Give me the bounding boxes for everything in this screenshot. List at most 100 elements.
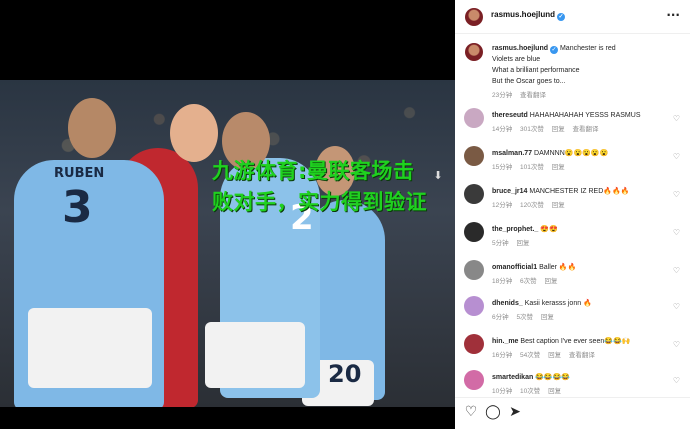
comment-reply[interactable]: 回复 bbox=[552, 126, 565, 133]
caption-meta: 23分钟 查看翻译 bbox=[492, 90, 682, 101]
comment-likes[interactable]: 120次赞 bbox=[520, 202, 544, 209]
comment-translate[interactable]: 查看翻译 bbox=[569, 352, 595, 359]
caption-line-1: Manchester is red bbox=[559, 45, 616, 52]
comment-body: thereseutd HAHAHAHAHAH YESSS RASMUS 14分钟… bbox=[492, 110, 682, 135]
comment-meta: 14分钟 301次赞 回复 查看翻译 bbox=[492, 124, 682, 135]
comment-reply[interactable]: 回复 bbox=[552, 202, 565, 209]
player-center-shorts bbox=[205, 322, 305, 388]
jersey-name: RUBEN bbox=[54, 166, 105, 181]
comment-likes[interactable]: 5次赞 bbox=[516, 314, 533, 321]
watermark-text: 九游体育:曼联客场击 败对手，实力得到验证 bbox=[212, 156, 462, 218]
comment-text: MANCHESTER IZ RED🔥🔥🔥 bbox=[529, 188, 630, 195]
caption-line-2: Violets are blue bbox=[492, 56, 541, 63]
comment-item: hin._me Best caption I've ever seen😂😂🙌 1… bbox=[455, 334, 690, 370]
comment-translate[interactable]: 查看翻译 bbox=[573, 126, 599, 133]
comment-likes[interactable]: 10次赞 bbox=[520, 388, 540, 395]
comment-text: Baller 🔥🔥 bbox=[539, 264, 577, 271]
author-avatar[interactable] bbox=[465, 8, 483, 26]
comment-reply[interactable]: 回复 bbox=[548, 388, 561, 395]
like-heart-icon[interactable]: ♡ bbox=[463, 404, 479, 420]
comments-list[interactable]: rasmus.hoejlund ✓ Manchester is red Viole… bbox=[455, 34, 690, 397]
author-username[interactable]: rasmus.hoejlund ✓ bbox=[491, 10, 566, 21]
comment-time: 15分钟 bbox=[492, 164, 513, 171]
comment-item: dhenids_ Kasii kerasss jonn 🔥 6分钟 5次赞 回复… bbox=[455, 296, 690, 332]
comment-likes[interactable]: 54次赞 bbox=[520, 352, 540, 359]
comment-username[interactable]: bruce_jr14 bbox=[492, 188, 527, 195]
comment-like-heart-icon[interactable]: ♡ bbox=[673, 114, 680, 123]
caption-line-3: What a brilliant performance bbox=[492, 67, 580, 74]
comment-reply[interactable]: 回复 bbox=[541, 314, 554, 321]
post-header: rasmus.hoejlund ✓ ··· bbox=[455, 0, 690, 34]
player-red-head bbox=[170, 104, 218, 162]
comment-like-heart-icon[interactable]: ♡ bbox=[673, 266, 680, 275]
comment-username[interactable]: smartedikan bbox=[492, 374, 533, 381]
caption-text: rasmus.hoejlund ✓ Manchester is red Viole… bbox=[492, 43, 682, 101]
comment-avatar[interactable] bbox=[464, 260, 484, 280]
comment-likes[interactable]: 6次赞 bbox=[520, 278, 537, 285]
post-panel: rasmus.hoejlund ✓ ··· rasmus.hoejlund ✓ Ma… bbox=[455, 0, 690, 429]
post-media: 20 2 RUBEN 3 ⬇ 九游体育:曼联客场击 败对手，实力得到验证 bbox=[0, 0, 455, 429]
comment-reply[interactable]: 回复 bbox=[552, 164, 565, 171]
comment-meta: 15分钟 101次赞 回复 bbox=[492, 162, 682, 173]
comment-likes[interactable]: 101次赞 bbox=[520, 164, 544, 171]
caption-line-4: But the Oscar goes to... bbox=[492, 78, 566, 85]
post-actions-bar: ♡ ◯ ➤ bbox=[455, 397, 690, 429]
jersey-number: 3 bbox=[62, 182, 93, 233]
comment-reply[interactable]: 回复 bbox=[544, 278, 557, 285]
caption-translate[interactable]: 查看翻译 bbox=[520, 92, 546, 99]
comment-meta: 6分钟 5次赞 回复 bbox=[492, 312, 682, 323]
comment-time: 14分钟 bbox=[492, 126, 513, 133]
comment-username[interactable]: hin._me bbox=[492, 338, 518, 345]
comment-username[interactable]: msalman.77 bbox=[492, 150, 532, 157]
comment-reply[interactable]: 回复 bbox=[548, 352, 561, 359]
comment-text: 😍😍 bbox=[540, 226, 558, 233]
comment-item: msalman.77 DAMNNN😮😮😮😮😮 15分钟 101次赞 回复 ♡ bbox=[455, 146, 690, 182]
comment-like-heart-icon[interactable]: ♡ bbox=[673, 340, 680, 349]
comment-avatar[interactable] bbox=[464, 370, 484, 390]
comment-body: dhenids_ Kasii kerasss jonn 🔥 6分钟 5次赞 回复 bbox=[492, 298, 682, 323]
comment-time: 18分钟 bbox=[492, 278, 513, 285]
comment-avatar[interactable] bbox=[464, 296, 484, 316]
comment-meta: 18分钟 6次赞 回复 bbox=[492, 276, 682, 287]
comment-time: 12分钟 bbox=[492, 202, 513, 209]
comment-username[interactable]: omanofficial1 bbox=[492, 264, 537, 271]
caption-username[interactable]: rasmus.hoejlund bbox=[492, 45, 548, 52]
comment-like-heart-icon[interactable]: ♡ bbox=[673, 376, 680, 385]
comment-avatar[interactable] bbox=[464, 184, 484, 204]
comment-like-heart-icon[interactable]: ♡ bbox=[673, 228, 680, 237]
comment-time: 10分钟 bbox=[492, 388, 513, 395]
caption-time: 23分钟 bbox=[492, 92, 513, 99]
comment-item: the_prophet._ 😍😍 5分钟 回复 ♡ bbox=[455, 222, 690, 258]
comment-body: smartedikan 😂😂😂😂 10分钟 10次赞 回复 bbox=[492, 372, 682, 397]
comment-body: omanofficial1 Baller 🔥🔥 18分钟 6次赞 回复 bbox=[492, 262, 682, 287]
comment-text: Best caption I've ever seen😂😂🙌 bbox=[520, 338, 631, 345]
comment-meta: 10分钟 10次赞 回复 bbox=[492, 386, 682, 397]
caption-avatar[interactable] bbox=[465, 43, 483, 61]
comment-username[interactable]: the_prophet._ bbox=[492, 226, 538, 233]
comment-avatar[interactable] bbox=[464, 146, 484, 166]
comment-reply[interactable]: 回复 bbox=[516, 240, 529, 247]
comment-avatar[interactable] bbox=[464, 334, 484, 354]
share-send-icon[interactable]: ➤ bbox=[507, 404, 523, 420]
comment-meta: 5分钟 回复 bbox=[492, 238, 682, 249]
comment-avatar[interactable] bbox=[464, 108, 484, 128]
comment-item: omanofficial1 Baller 🔥🔥 18分钟 6次赞 回复 ♡ bbox=[455, 260, 690, 296]
more-options-icon[interactable]: ··· bbox=[666, 8, 680, 22]
comment-body: msalman.77 DAMNNN😮😮😮😮😮 15分钟 101次赞 回复 bbox=[492, 148, 682, 173]
comment-text: DAMNNN😮😮😮😮😮 bbox=[534, 150, 609, 157]
comment-like-heart-icon[interactable]: ♡ bbox=[673, 302, 680, 311]
comment-meta: 12分钟 120次赞 回复 bbox=[492, 200, 682, 211]
comment-time: 16分钟 bbox=[492, 352, 513, 359]
comment-bubble-icon[interactable]: ◯ bbox=[485, 404, 501, 420]
post-photo[interactable]: 20 2 RUBEN 3 ⬇ bbox=[0, 80, 455, 407]
comment-avatar[interactable] bbox=[464, 222, 484, 242]
comment-like-heart-icon[interactable]: ♡ bbox=[673, 190, 680, 199]
comment-likes[interactable]: 301次赞 bbox=[520, 126, 544, 133]
comment-time: 5分钟 bbox=[492, 240, 509, 247]
comment-username[interactable]: thereseutd bbox=[492, 112, 528, 119]
author-username-text[interactable]: rasmus.hoejlund bbox=[491, 10, 555, 19]
comment-username[interactable]: dhenids_ bbox=[492, 300, 523, 307]
comment-like-heart-icon[interactable]: ♡ bbox=[673, 152, 680, 161]
comment-text: Kasii kerasss jonn 🔥 bbox=[524, 300, 592, 307]
comment-meta: 16分钟 54次赞 回复 查看翻译 bbox=[492, 350, 682, 361]
